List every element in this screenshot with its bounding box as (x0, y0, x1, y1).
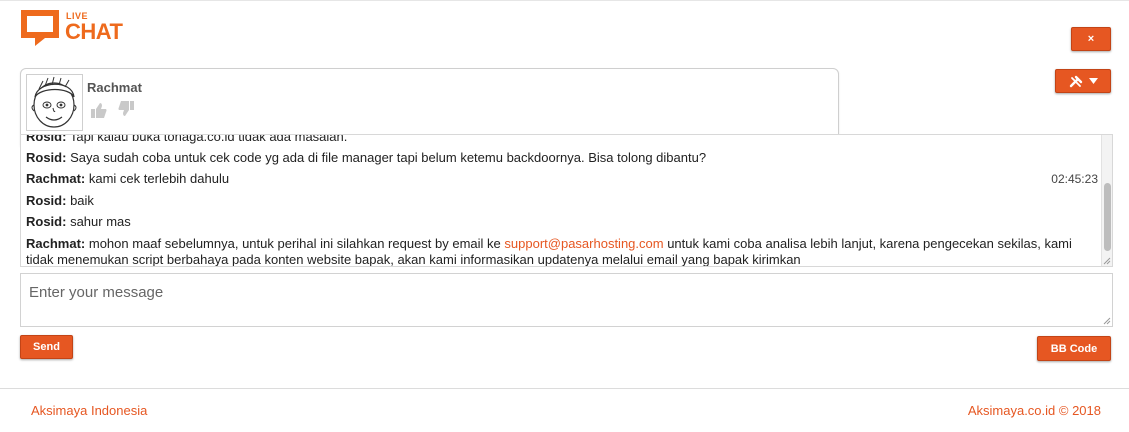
tools-dropdown-button[interactable] (1055, 69, 1111, 93)
chat-message: Rosid: sahur mas (26, 214, 1096, 230)
thumb-up-icon[interactable] (90, 101, 108, 119)
caret-down-icon (1088, 78, 1098, 84)
footer-divider (0, 388, 1129, 389)
scrollbar-thumb[interactable] (1104, 183, 1111, 251)
resize-grip-icon[interactable] (1102, 256, 1111, 265)
message-sender: Rosid: (26, 134, 67, 144)
chat-message: Rachmat: kami cek terlebih dahulu (26, 171, 1096, 187)
message-text: sahur mas (70, 214, 131, 229)
chat-bubble-icon (21, 10, 59, 46)
thumb-down-icon[interactable] (117, 100, 135, 118)
logo-chat-text: CHAT (65, 19, 123, 44)
message-sender: Rosid: (26, 214, 67, 229)
message-sender: Rachmat: (26, 236, 86, 251)
close-icon: × (1087, 33, 1095, 45)
bbcode-button[interactable]: BB Code (1037, 336, 1111, 361)
resize-grip-icon[interactable] (1102, 316, 1111, 325)
message-text: mohon maaf sebelumnya, untuk perihal ini… (88, 236, 501, 251)
message-text: kami cek terlebih dahulu (88, 171, 230, 186)
message-text: Saya sudah coba untuk cek code yg ada di… (70, 150, 707, 165)
chat-message: Rosid: baik (26, 193, 1096, 209)
messages-scrollbar[interactable] (1101, 135, 1112, 266)
tools-icon (1069, 75, 1082, 87)
message-sender: Rachmat: (26, 171, 86, 186)
operator-name: Rachmat (87, 80, 142, 95)
chat-message: Rosid: Saya sudah coba untuk cek code yg… (26, 150, 1096, 166)
footer-copyright-link[interactable]: Aksimaya.co.id © 2018 (968, 403, 1101, 418)
message-sender: Rosid: (26, 193, 67, 208)
operator-avatar (26, 74, 83, 131)
message-sender: Rosid: (26, 150, 67, 165)
message-text: baik (70, 193, 94, 208)
message-input[interactable] (20, 273, 1113, 327)
livechat-logo: LIVE CHAT (19, 6, 129, 50)
message-text: Tapi kalau buka tonaga.co.id tidak ada m… (69, 134, 348, 144)
send-button[interactable]: Send (20, 335, 73, 359)
chat-message: Rosid: Tapi kalau buka tonaga.co.id tida… (26, 134, 1096, 145)
close-button[interactable]: × (1071, 27, 1111, 51)
chat-messages[interactable]: Rosid: Tapi kalau buka tonaga.co.id tida… (20, 134, 1113, 267)
chat-message: Rachmat: mohon maaf sebelumnya, untuk pe… (26, 236, 1096, 266)
user-avatar-icon (31, 76, 77, 128)
message-timestamp: 02:45:23 (1051, 172, 1098, 186)
support-email-link[interactable]: support@pasarhosting.com (504, 236, 663, 251)
footer-company-link[interactable]: Aksimaya Indonesia (31, 403, 147, 418)
top-border (0, 0, 1129, 1)
